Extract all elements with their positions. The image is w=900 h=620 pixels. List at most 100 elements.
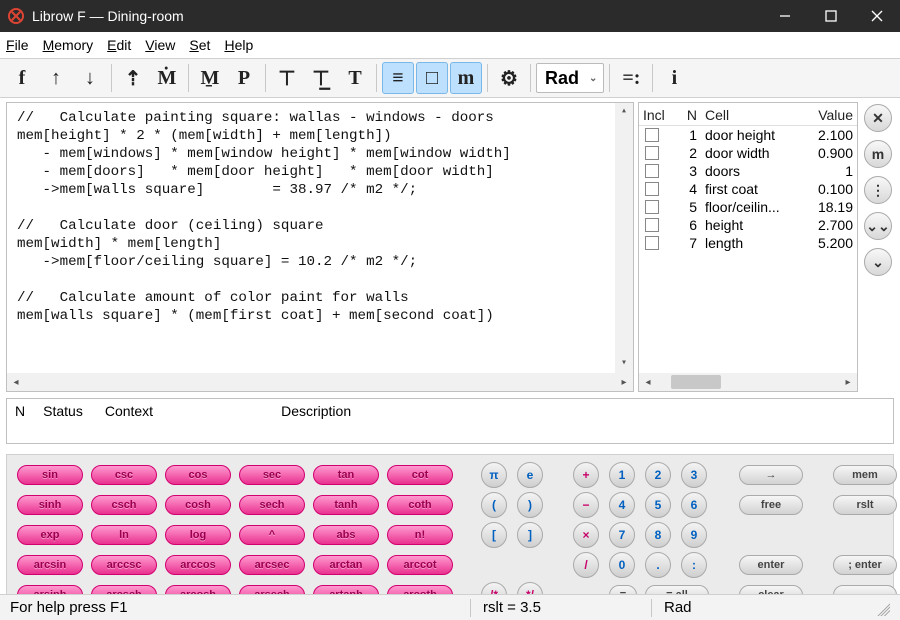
sym-1-1[interactable]: ) [517, 492, 543, 518]
num-0[interactable]: 0 [609, 552, 635, 578]
include-checkbox[interactable] [645, 164, 659, 178]
toolbar-button-3[interactable]: ⇡ [117, 62, 149, 94]
include-checkbox[interactable] [645, 236, 659, 250]
act1-1[interactable]: free [739, 495, 803, 515]
sym-2-0[interactable]: [ [481, 522, 507, 548]
code-editor[interactable]: // Calculate painting square: wallas - w… [7, 103, 633, 373]
toolbar-button-13[interactable]: ⚙ [493, 62, 525, 94]
resize-grip-icon[interactable] [874, 600, 890, 616]
toolbar-right-0[interactable]: =: [615, 62, 647, 94]
fn-sec[interactable]: sec [239, 465, 305, 485]
act1-0[interactable]: → [739, 465, 803, 485]
menu-help[interactable]: Help [224, 37, 253, 53]
include-checkbox[interactable] [645, 146, 659, 160]
act2-0[interactable]: mem [833, 465, 897, 485]
memory-row[interactable]: 6height2.700 [639, 216, 857, 234]
fn-cos[interactable]: cos [165, 465, 231, 485]
menu-view[interactable]: View [145, 37, 175, 53]
col-incl[interactable]: Incl [643, 107, 677, 123]
toolbar-button-4[interactable]: Ṁ [151, 62, 183, 94]
memory-hscrollbar[interactable]: ◂ ▸ [639, 373, 857, 391]
sym-0-0[interactable]: π [481, 462, 507, 488]
fn-sech[interactable]: sech [239, 495, 305, 515]
sym-2-1[interactable]: ] [517, 522, 543, 548]
toolbar-right-1[interactable]: i [658, 62, 690, 94]
side-button-1[interactable]: m [864, 140, 892, 168]
fn-n![interactable]: n! [387, 525, 453, 545]
toolbar-button-10[interactable]: ≡ [382, 62, 414, 94]
fn-arccot[interactable]: arccot [387, 555, 453, 575]
op-3[interactable]: / [573, 552, 599, 578]
include-checkbox[interactable] [645, 200, 659, 214]
memory-row[interactable]: 2door width0.900 [639, 144, 857, 162]
scroll-down-icon[interactable]: ▾ [615, 355, 633, 373]
num-2[interactable]: 2 [645, 462, 671, 488]
fn-csc[interactable]: csc [91, 465, 157, 485]
num-:[interactable]: : [681, 552, 707, 578]
op-1[interactable]: − [573, 492, 599, 518]
num-3[interactable]: 3 [681, 462, 707, 488]
num-6[interactable]: 6 [681, 492, 707, 518]
col-value[interactable]: Value [809, 107, 853, 123]
msg-col-status[interactable]: Status [43, 403, 83, 419]
minimize-button[interactable] [762, 0, 808, 32]
close-button[interactable] [854, 0, 900, 32]
memory-row[interactable]: 7length5.200 [639, 234, 857, 252]
num-4[interactable]: 4 [609, 492, 635, 518]
num-.[interactable]: . [645, 552, 671, 578]
scrollbar-thumb[interactable] [671, 375, 721, 389]
memory-row[interactable]: 3doors1 [639, 162, 857, 180]
toolbar-button-8[interactable]: ⊤̲ [305, 62, 337, 94]
editor-vscrollbar[interactable]: ▴ ▾ [615, 103, 633, 373]
num-1[interactable]: 1 [609, 462, 635, 488]
msg-col-n[interactable]: N [15, 403, 25, 419]
act2-3[interactable]: ; enter [833, 555, 897, 575]
memory-row[interactable]: 4first coat0.100 [639, 180, 857, 198]
fn-csch[interactable]: csch [91, 495, 157, 515]
num-5[interactable]: 5 [645, 492, 671, 518]
toolbar-button-6[interactable]: P [228, 62, 260, 94]
op-2[interactable]: × [573, 522, 599, 548]
menu-edit[interactable]: Edit [107, 37, 131, 53]
col-cell[interactable]: Cell [697, 107, 809, 123]
toolbar-button-11[interactable]: □ [416, 62, 448, 94]
fn-arctan[interactable]: arctan [313, 555, 379, 575]
side-button-2[interactable]: ⋮ [864, 176, 892, 204]
num-9[interactable]: 9 [681, 522, 707, 548]
col-n[interactable]: N [677, 107, 697, 123]
memory-row[interactable]: 1door height2.100 [639, 126, 857, 144]
sym-1-0[interactable]: ( [481, 492, 507, 518]
menu-file[interactable]: File [6, 37, 29, 53]
scroll-left-icon[interactable]: ◂ [7, 373, 25, 391]
fn-exp[interactable]: exp [17, 525, 83, 545]
toolbar-button-0[interactable]: f [6, 62, 38, 94]
toolbar-button-1[interactable]: ↑ [40, 62, 72, 94]
toolbar-button-9[interactable]: T [339, 62, 371, 94]
act2-1[interactable]: rslt [833, 495, 897, 515]
msg-col-context[interactable]: Context [105, 403, 153, 419]
editor-hscrollbar[interactable]: ◂ ▸ [7, 373, 633, 391]
side-button-4[interactable]: ⌄ [864, 248, 892, 276]
fn-sinh[interactable]: sinh [17, 495, 83, 515]
fn-arccsc[interactable]: arccsc [91, 555, 157, 575]
fn-log[interactable]: log [165, 525, 231, 545]
editor-content[interactable]: // Calculate painting square: wallas - w… [17, 109, 629, 325]
act1-3[interactable]: enter [739, 555, 803, 575]
angle-mode-select[interactable]: Rad⌄ [536, 63, 604, 93]
fn-cot[interactable]: cot [387, 465, 453, 485]
toolbar-button-7[interactable]: ⊤ [271, 62, 303, 94]
fn-ln[interactable]: ln [91, 525, 157, 545]
side-button-3[interactable]: ⌄⌄ [864, 212, 892, 240]
fn-tan[interactable]: tan [313, 465, 379, 485]
fn-cosh[interactable]: cosh [165, 495, 231, 515]
fn-abs[interactable]: abs [313, 525, 379, 545]
toolbar-button-2[interactable]: ↓ [74, 62, 106, 94]
scroll-up-icon[interactable]: ▴ [615, 103, 633, 121]
num-7[interactable]: 7 [609, 522, 635, 548]
include-checkbox[interactable] [645, 182, 659, 196]
fn-^[interactable]: ^ [239, 525, 305, 545]
maximize-button[interactable] [808, 0, 854, 32]
fn-sin[interactable]: sin [17, 465, 83, 485]
fn-arccos[interactable]: arccos [165, 555, 231, 575]
memory-row[interactable]: 5floor/ceilin...18.19 [639, 198, 857, 216]
